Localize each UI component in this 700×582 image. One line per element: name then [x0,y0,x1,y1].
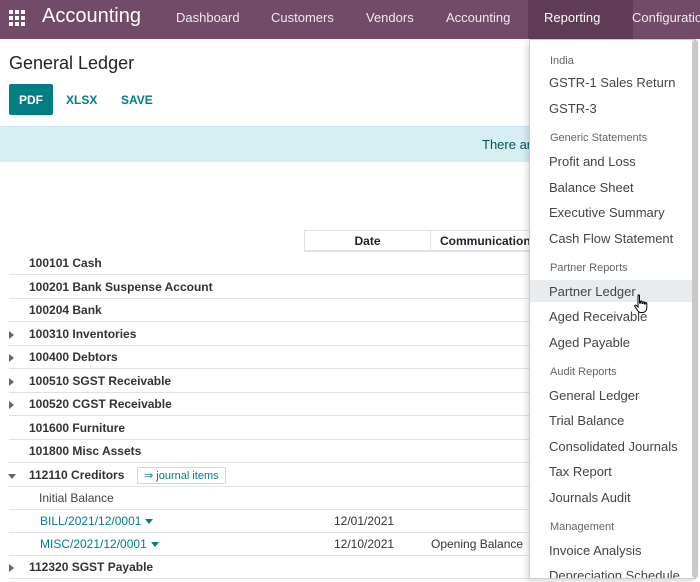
account-label: 101600 Furniture [29,421,126,435]
menu-section-partner-reports: Partner Reports [550,262,628,274]
menu-section-india: India [550,55,574,67]
menu-item-tax-report[interactable]: Tax Report [530,460,695,482]
ledger-account-row[interactable]: 100310 Inventories [9,323,530,346]
account-label: 100204 Bank [29,303,102,317]
caret-down-icon[interactable] [8,474,16,479]
ledger-account-row[interactable]: 100400 Debtors [9,346,530,369]
nav-dashboard[interactable]: Dashboard [176,10,240,25]
dropdown-caret-icon [150,542,159,548]
menu-item-executive-summary[interactable]: Executive Summary [530,201,695,223]
pdf-button[interactable]: PDF [9,84,53,115]
account-label: 100201 Bank Suspense Account [29,280,213,294]
menu-item-partner-ledger[interactable]: Partner Ledger [530,280,695,302]
page-title: General Ledger [9,53,135,73]
journal-entry-link[interactable]: BILL/2021/12/0001 [40,514,154,528]
menu-item-general-ledger[interactable]: General Ledger [530,384,695,406]
journal-items-button[interactable]: ⇒ journal items [137,467,226,484]
caret-right-icon[interactable] [9,354,14,362]
journal-entry-row[interactable]: BILL/2021/12/0001 12/01/2021 [9,510,530,533]
menu-item-profit-and-loss[interactable]: Profit and Loss [530,150,695,172]
account-label: 100510 SGST Receivable [29,374,172,388]
ledger-account-row[interactable]: 100510 SGST Receivable [9,370,530,393]
account-label: 100400 Debtors [29,350,118,364]
ledger-account-row[interactable]: 112320 SGST Payable [9,556,530,579]
menu-item-gstr3[interactable]: GSTR-3 [530,97,695,119]
column-header-communication[interactable]: Communication [430,230,530,252]
journal-entry-link[interactable]: MISC/2021/12/0001 [40,537,159,551]
account-label: 112110 Creditors [29,468,125,482]
nav-vendors[interactable]: Vendors [366,10,414,25]
entry-date: 12/10/2021 [334,537,395,551]
dropdown-caret-icon [145,519,154,525]
initial-balance-row: Initial Balance [9,487,530,510]
info-alert-text: There ar [482,137,532,152]
menu-section-management: Management [550,521,615,533]
menu-item-aged-receivable[interactable]: Aged Receivable [530,305,695,327]
account-label: 100101 Cash [29,256,102,270]
menu-item-consolidated-journals[interactable]: Consolidated Journals [530,435,695,457]
initial-balance-label: Initial Balance [39,491,114,505]
menu-item-journals-audit[interactable]: Journals Audit [530,486,695,508]
caret-right-icon[interactable] [9,564,14,572]
ledger-account-row-expanded[interactable]: 112110 Creditors ⇒ journal items [8,464,530,487]
info-alert [0,126,530,162]
hand-cursor-icon [634,294,648,313]
journal-entry-row[interactable]: MISC/2021/12/0001 12/10/2021 Opening Bal… [9,533,530,556]
menu-section-generic-statements: Generic Statements [550,132,648,144]
menu-section-audit-reports: Audit Reports [550,366,617,378]
ledger-account-row[interactable]: 101600 Furniture [9,417,530,440]
menu-item-invoice-analysis[interactable]: Invoice Analysis [530,539,695,561]
app-title[interactable]: Accounting [42,5,141,28]
save-button[interactable]: SAVE [121,93,153,107]
menu-item-gstr1-sales-return[interactable]: GSTR-1 Sales Return [530,71,695,93]
account-label: 112320 SGST Payable [29,560,154,574]
entry-communication: Opening Balance [431,537,524,551]
top-navbar: Accounting Dashboard Customers Vendors A… [0,0,700,39]
nav-customers[interactable]: Customers [271,10,334,25]
column-header-date[interactable]: Date [304,230,431,252]
ledger-account-row[interactable]: 101800 Misc Assets [9,440,530,463]
account-label: 100520 CGST Receivable [29,397,172,411]
ledger-account-row[interactable]: 100204 Bank [9,299,530,322]
caret-right-icon[interactable] [9,378,14,386]
ledger-account-row[interactable]: 100101 Cash [9,252,530,275]
ledger-account-row[interactable]: 100201 Bank Suspense Account [9,276,530,299]
account-label: 100310 Inventories [29,327,137,341]
entry-date: 12/01/2021 [334,514,395,528]
menu-item-trial-balance[interactable]: Trial Balance [530,409,695,431]
ledger-account-row[interactable]: 100520 CGST Receivable [9,393,530,416]
menu-item-cash-flow-statement[interactable]: Cash Flow Statement [530,227,695,249]
nav-reporting[interactable]: Reporting [544,10,600,25]
nav-accounting[interactable]: Accounting [446,10,510,25]
menu-item-balance-sheet[interactable]: Balance Sheet [530,176,695,198]
xlsx-button[interactable]: XLSX [66,93,97,107]
nav-configuration[interactable]: Configuration [632,10,700,25]
menu-item-depreciation-schedule[interactable]: Depreciation Schedule [530,564,695,579]
menu-item-aged-payable[interactable]: Aged Payable [530,331,695,353]
caret-right-icon[interactable] [9,401,14,409]
account-label: 101800 Misc Assets [29,444,142,458]
caret-right-icon[interactable] [9,331,14,339]
apps-grid-icon[interactable] [9,10,25,26]
dropdown-scrollbar[interactable] [692,40,698,578]
reporting-dropdown-menu: India GSTR-1 Sales Return GSTR-3 Generic… [529,39,696,579]
